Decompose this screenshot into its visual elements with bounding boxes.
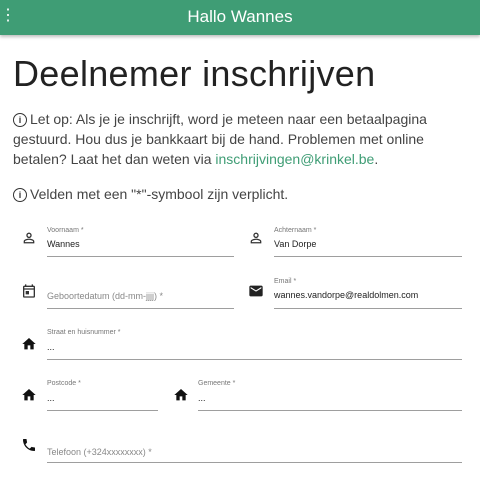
gemeente-underline: [198, 410, 462, 411]
geboortedatum-placeholder[interactable]: Geboortedatum (dd-mm-jjjj) *: [47, 290, 163, 302]
postcode-value[interactable]: ...: [47, 392, 55, 404]
voornaam-field[interactable]: Voornaam * Wannes: [47, 227, 234, 257]
email-link[interactable]: inschrijvingen@krinkel.be: [215, 151, 374, 167]
straat-field[interactable]: Straat en huisnummer * ...: [47, 329, 462, 360]
geboortedatum-underline: [47, 308, 234, 309]
postcode-label: Postcode *: [47, 380, 81, 387]
app-bar: ⋮ Hallo Wannes: [0, 0, 480, 35]
app-title: Hallo Wannes: [187, 7, 293, 26]
person-icon: [23, 232, 35, 244]
person-icon: [250, 232, 262, 244]
telefoon-field[interactable]: Telefoon (+324xxxxxxxx) *: [47, 434, 462, 463]
postcode-underline: [47, 410, 158, 411]
home-icon: [22, 389, 36, 401]
voornaam-underline: [47, 256, 234, 257]
gemeente-value[interactable]: ...: [198, 392, 206, 404]
gemeente-label: Gemeente *: [198, 380, 236, 387]
home-icon: [22, 338, 36, 350]
home-icon: [174, 389, 188, 401]
email-label: Email *: [274, 278, 297, 285]
info-icon: i: [13, 113, 27, 127]
page-title: Deelnemer inschrijven: [13, 53, 376, 94]
achternaam-label: Achternaam *: [274, 227, 317, 234]
postcode-field[interactable]: Postcode * ...: [47, 380, 158, 411]
straat-value[interactable]: ...: [47, 341, 55, 353]
achternaam-field[interactable]: Achternaam * Van Dorpe: [274, 227, 462, 257]
email-value[interactable]: wannes.vandorpe@realdolmen.com: [274, 289, 418, 301]
achternaam-value[interactable]: Van Dorpe: [274, 238, 316, 250]
calendar-icon[interactable]: [21, 283, 37, 299]
geboortedatum-field[interactable]: Geboortedatum (dd-mm-jjjj) *: [47, 278, 234, 309]
achternaam-underline: [274, 256, 462, 257]
email-underline: [274, 308, 462, 309]
voornaam-label: Voornaam *: [47, 227, 84, 234]
straat-underline: [47, 359, 462, 360]
required-notice: i Velden met een "*"-symbool zijn verplic…: [13, 184, 475, 204]
telefoon-placeholder[interactable]: Telefoon (+324xxxxxxxx) *: [47, 446, 152, 458]
mail-icon: [249, 285, 263, 297]
phone-icon: [23, 439, 35, 451]
email-field[interactable]: Email * wannes.vandorpe@realdolmen.com: [274, 278, 462, 309]
notice-end: .: [374, 151, 379, 167]
voornaam-value[interactable]: Wannes: [47, 238, 80, 250]
straat-label: Straat en huisnummer *: [47, 329, 121, 336]
required-text: Velden met een "*"-symbool zijn verplich…: [30, 186, 289, 202]
info-icon: i: [13, 188, 27, 202]
payment-notice: i Let op: Als je je inschrijft, word je m…: [13, 109, 475, 169]
gemeente-field[interactable]: Gemeente * ...: [198, 380, 462, 411]
telefoon-underline: [47, 462, 462, 463]
